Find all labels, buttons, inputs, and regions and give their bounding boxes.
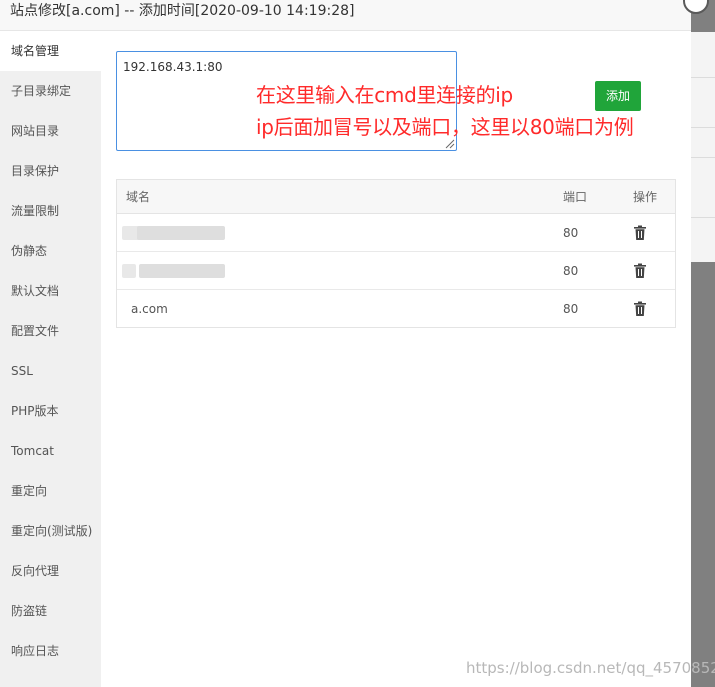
port-cell: 80 <box>563 302 579 316</box>
background-panel <box>691 32 715 262</box>
sidebar-item-response-log[interactable]: 响应日志 <box>0 631 101 671</box>
sidebar-item-site-directory[interactable]: 网站目录 <box>0 111 101 151</box>
sidebar-item-reverse-proxy[interactable]: 反向代理 <box>0 551 101 591</box>
settings-sidebar: 域名管理 子目录绑定 网站目录 目录保护 流量限制 伪静态 默认文档 配置文件 … <box>0 31 101 687</box>
sidebar-item-ssl[interactable]: SSL <box>0 351 101 391</box>
trash-icon[interactable] <box>633 301 647 317</box>
sidebar-item-php-version[interactable]: PHP版本 <box>0 391 101 431</box>
annotation-line-1: 在这里输入在cmd里连接的ip <box>256 83 513 107</box>
trash-icon[interactable] <box>633 263 647 279</box>
site-settings-dialog: 站点修改[a.com] -- 添加时间[2020-09-10 14:19:28]… <box>0 0 715 687</box>
table-row: a.com 80 <box>117 290 675 328</box>
sidebar-item-traffic-limit[interactable]: 流量限制 <box>0 191 101 231</box>
sidebar-item-subdirectory-binding[interactable]: 子目录绑定 <box>0 71 101 111</box>
dialog-titlebar: 站点修改[a.com] -- 添加时间[2020-09-10 14:19:28] <box>0 0 691 31</box>
domain-table: 域名 端口 操作 80 80 a.com 80 <box>116 179 676 328</box>
sidebar-item-tomcat[interactable]: Tomcat <box>0 431 101 471</box>
sidebar-item-config-file[interactable]: 配置文件 <box>0 311 101 351</box>
sidebar-item-redirect-beta[interactable]: 重定向(测试版) <box>0 511 101 551</box>
port-cell: 80 <box>563 226 579 240</box>
table-row: 80 <box>117 214 675 252</box>
port-cell: 80 <box>563 264 579 278</box>
sidebar-item-rewrite[interactable]: 伪静态 <box>0 231 101 271</box>
redacted-domain <box>122 264 136 278</box>
header-port: 端口 <box>563 190 588 204</box>
sidebar-item-default-document[interactable]: 默认文档 <box>0 271 101 311</box>
trash-icon[interactable] <box>633 225 647 241</box>
watermark: https://blog.csdn.net/qq_45708528 <box>466 659 715 677</box>
redacted-domain <box>139 264 225 278</box>
sidebar-item-redirect[interactable]: 重定向 <box>0 471 101 511</box>
table-header: 域名 端口 操作 <box>117 180 675 214</box>
header-domain: 域名 <box>126 190 151 204</box>
sidebar-item-hotlink-protection[interactable]: 防盗链 <box>0 591 101 631</box>
header-action: 操作 <box>633 190 658 204</box>
domain-cell: a.com <box>131 302 168 316</box>
add-domain-button[interactable]: 添加 <box>595 81 641 111</box>
redacted-domain <box>137 226 225 240</box>
dialog-title: 站点修改[a.com] -- 添加时间[2020-09-10 14:19:28] <box>10 3 355 19</box>
annotation-line-2: ip后面加冒号以及端口，这里以80端口为例 <box>256 115 634 139</box>
sidebar-item-domain-management[interactable]: 域名管理 <box>0 31 101 71</box>
table-row: 80 <box>117 252 675 290</box>
sidebar-item-directory-protection[interactable]: 目录保护 <box>0 151 101 191</box>
page-backdrop <box>691 0 715 687</box>
